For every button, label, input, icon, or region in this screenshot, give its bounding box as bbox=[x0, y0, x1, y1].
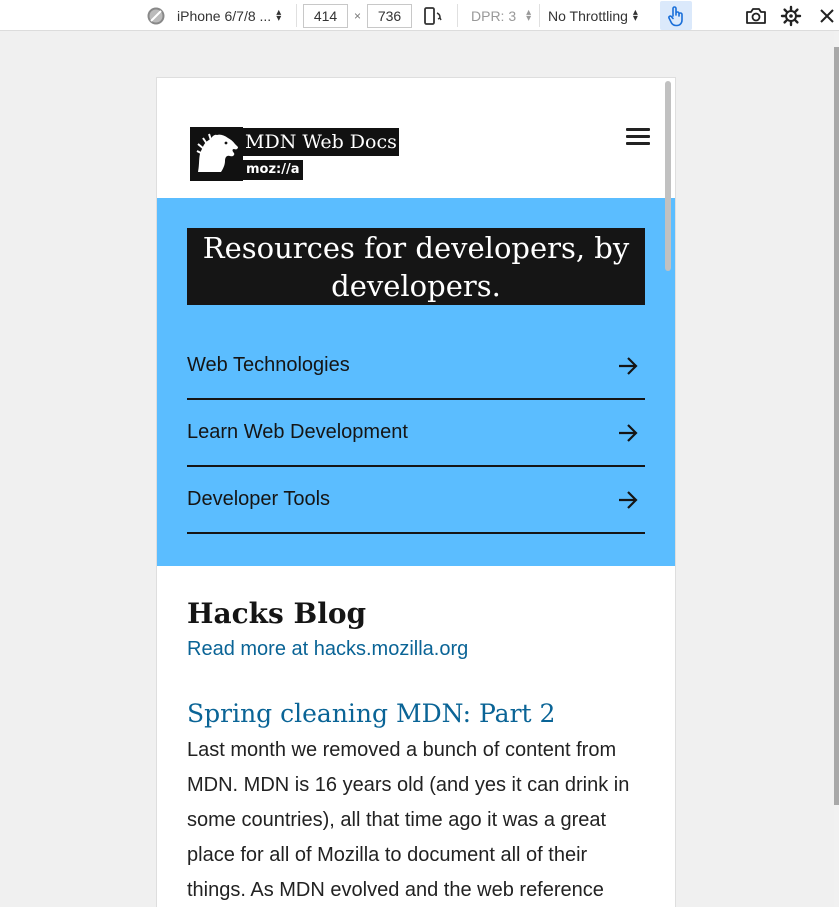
learn-web-development-label: Learn Web Development bbox=[187, 421, 408, 443]
close-button[interactable] bbox=[819, 0, 835, 31]
viewport-height-input[interactable]: 736 bbox=[367, 3, 412, 28]
arrow-right-icon bbox=[619, 356, 638, 375]
arrow-right-icon bbox=[619, 490, 638, 509]
hero-banner: Resources for developers, by developers.… bbox=[157, 198, 675, 566]
post-title-link[interactable]: Spring cleaning MDN: Part 2 bbox=[187, 699, 555, 728]
hacks-blog-link[interactable]: Read more at hacks.mozilla.org bbox=[187, 638, 468, 661]
touch-simulation-button[interactable] bbox=[660, 1, 692, 30]
select-arrows-icon: ▴ ▾ bbox=[526, 6, 532, 24]
screenshot-button[interactable] bbox=[745, 0, 767, 31]
touch-hand-icon bbox=[668, 5, 683, 26]
viewport-width-input[interactable]: 414 bbox=[303, 3, 348, 28]
dinosaur-icon bbox=[190, 127, 243, 181]
hero-tagline: Resources for developers, by developers. bbox=[187, 228, 645, 305]
dpr-label: DPR: 3 bbox=[471, 7, 517, 24]
responsive-toolbar: iPhone 6/7/8 ... ▴ ▾ 414 × 736 DPR: 3 ▴ ▾ … bbox=[0, 0, 839, 31]
dpr-selector[interactable]: DPR: 3 ▴ ▾ bbox=[471, 0, 531, 31]
device-viewport: MDN Web Docs moz://a Resources for devel… bbox=[156, 77, 676, 907]
throttling-label: No Throttling bbox=[548, 7, 628, 24]
learn-web-development-link[interactable]: Learn Web Development bbox=[187, 400, 645, 467]
mdn-logo[interactable]: MDN Web Docs moz://a bbox=[190, 127, 399, 181]
viewport-scrollbar[interactable] bbox=[665, 81, 671, 271]
post-excerpt: Last month we removed a bunch of content… bbox=[187, 739, 630, 901]
no-touch-icon bbox=[146, 0, 166, 31]
gear-icon bbox=[780, 5, 802, 26]
select-arrows-icon: ▴ ▾ bbox=[276, 6, 282, 24]
rotate-button[interactable] bbox=[422, 0, 444, 31]
device-selector-label: iPhone 6/7/8 ... bbox=[177, 7, 272, 24]
mozilla-wordmark: moz://a bbox=[243, 160, 303, 180]
logo-title: MDN Web Docs bbox=[243, 128, 399, 156]
hamburger-menu-icon[interactable] bbox=[626, 128, 650, 146]
select-arrows-icon: ▴ ▾ bbox=[632, 6, 638, 24]
web-technologies-label: Web Technologies bbox=[187, 354, 350, 376]
developer-tools-label: Developer Tools bbox=[187, 488, 331, 510]
device-selector[interactable]: iPhone 6/7/8 ... ▴ ▾ bbox=[177, 0, 281, 31]
dimension-separator: × bbox=[354, 8, 362, 23]
camera-icon bbox=[746, 7, 766, 24]
page-scrollbar[interactable] bbox=[834, 47, 839, 805]
developer-tools-link[interactable]: Developer Tools bbox=[187, 467, 645, 534]
rotate-icon bbox=[424, 6, 442, 25]
arrow-right-icon bbox=[619, 423, 638, 442]
hacks-blog-heading: Hacks Blog bbox=[187, 597, 367, 630]
close-icon bbox=[820, 8, 834, 23]
web-technologies-link[interactable]: Web Technologies bbox=[187, 333, 645, 400]
throttling-selector[interactable]: No Throttling ▴ ▾ bbox=[548, 0, 638, 31]
settings-button[interactable] bbox=[780, 0, 802, 31]
